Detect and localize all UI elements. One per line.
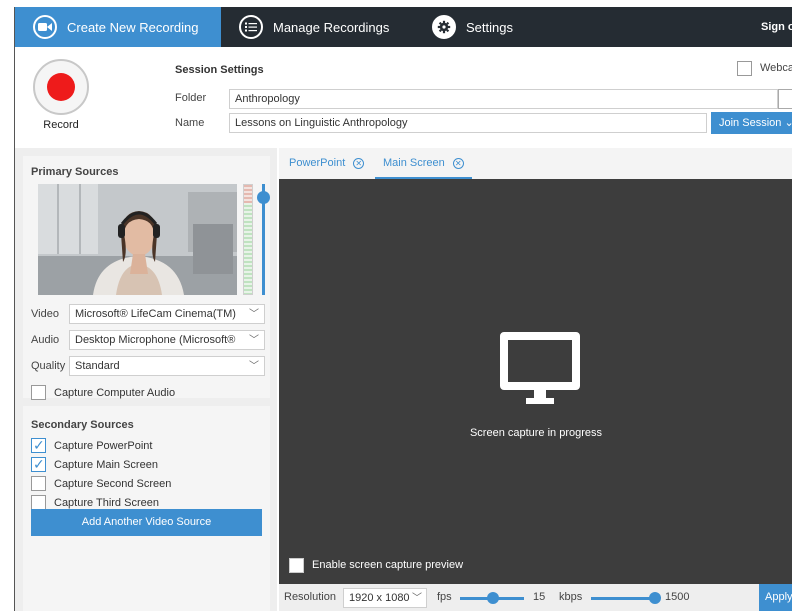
chevron-down-icon: ﹀ bbox=[249, 361, 259, 372]
name-label: Name bbox=[175, 117, 205, 129]
fps-label: fps bbox=[437, 591, 452, 603]
capture-second-screen-checkbox[interactable] bbox=[31, 476, 46, 491]
record-label: Record bbox=[43, 119, 79, 131]
chevron-down-icon: ﹀ bbox=[249, 309, 259, 320]
join-session-button[interactable]: Join Session ⌄ bbox=[711, 112, 792, 134]
camera-icon bbox=[33, 15, 57, 39]
webcam-label: Webcam bbox=[760, 62, 792, 74]
enable-preview-label: Enable screen capture preview bbox=[312, 559, 464, 571]
capture-second-screen-label: Capture Second Screen bbox=[54, 478, 172, 490]
tab-label: Manage Recordings bbox=[273, 19, 390, 35]
join-session-label: Join Session bbox=[719, 117, 782, 129]
quality-select[interactable]: Standard ﹀ bbox=[69, 356, 265, 376]
add-video-source-button[interactable]: Add Another Video Source bbox=[31, 509, 262, 536]
resolution-label: Resolution bbox=[284, 591, 336, 603]
audio-label: Audio bbox=[31, 334, 60, 346]
top-nav: Create New Recording Manage Recordings S… bbox=[15, 7, 792, 47]
volume-slider-handle[interactable] bbox=[257, 191, 270, 204]
gear-icon bbox=[432, 15, 456, 39]
preview-area: PowerPoint ✕ Main Screen ✕ Screen capture … bbox=[279, 148, 792, 611]
name-field[interactable]: Lessons on Linguistic Anthropology bbox=[229, 113, 707, 133]
capture-main-screen-checkbox[interactable] bbox=[31, 456, 46, 473]
secondary-sources-panel: Secondary Sources Capture PowerPoint Cap… bbox=[23, 406, 270, 611]
kbps-value: 1500 bbox=[665, 591, 690, 603]
tab-label: PowerPoint bbox=[289, 157, 346, 169]
capture-status-text: Screen capture in progress bbox=[469, 427, 603, 439]
folder-label: Folder bbox=[175, 92, 207, 104]
capture-main-screen-label: Capture Main Screen bbox=[54, 459, 158, 471]
secondary-sources-title: Secondary Sources bbox=[31, 419, 134, 431]
kbps-slider-handle[interactable] bbox=[649, 592, 661, 604]
sign-out-link[interactable]: Sign out bbox=[761, 7, 792, 47]
sources-sidebar: Primary Sources Video Microsoft® LifeCam… bbox=[15, 148, 277, 611]
capture-computer-audio-checkbox[interactable] bbox=[31, 385, 46, 400]
tab-manage-recordings[interactable]: Manage Recordings bbox=[239, 7, 389, 47]
capture-powerpoint-checkbox[interactable] bbox=[31, 437, 46, 454]
capture-third-screen-label: Capture Third Screen bbox=[54, 497, 159, 509]
chevron-down-icon: ﹀ bbox=[412, 593, 422, 604]
tab-powerpoint[interactable]: PowerPoint ✕ bbox=[289, 148, 365, 179]
fps-slider-handle[interactable] bbox=[487, 592, 499, 604]
apply-button[interactable]: Apply bbox=[759, 584, 792, 611]
video-select[interactable]: Microsoft® LifeCam Cinema(TM) ﹀ bbox=[69, 304, 265, 324]
output-settings-bar: Resolution 1920 x 1080 ﹀ fps 15 kbps 1500… bbox=[279, 584, 792, 611]
capture-computer-audio-label: Capture Computer Audio bbox=[54, 387, 176, 399]
capture-powerpoint-label: Capture PowerPoint bbox=[54, 440, 153, 452]
audio-level-meter bbox=[243, 184, 253, 295]
webcam-checkbox[interactable] bbox=[737, 61, 752, 76]
recorder-app: Create New Recording Manage Recordings S… bbox=[14, 7, 792, 611]
resolution-value: 1920 x 1080 bbox=[349, 592, 410, 604]
video-label: Video bbox=[31, 308, 59, 320]
close-icon[interactable]: ✕ bbox=[353, 157, 365, 169]
audio-select[interactable]: Desktop Microphone (Microsoft® ﹀ bbox=[69, 330, 265, 350]
primary-sources-title: Primary Sources bbox=[31, 166, 119, 178]
tab-create-new-recording[interactable]: Create New Recording bbox=[15, 7, 221, 47]
fps-value: 15 bbox=[533, 591, 546, 603]
kbps-label: kbps bbox=[559, 591, 583, 603]
quality-label: Quality bbox=[31, 360, 66, 372]
record-button[interactable] bbox=[33, 59, 89, 115]
tab-label: Main Screen bbox=[383, 157, 445, 169]
tab-label: Settings bbox=[466, 19, 513, 35]
chevron-down-icon: ⌄ bbox=[784, 117, 792, 129]
capture-third-screen-checkbox[interactable] bbox=[31, 495, 46, 510]
chevron-down-icon: ﹀ bbox=[249, 335, 259, 346]
tab-settings[interactable]: Settings bbox=[432, 7, 513, 47]
screen-preview: Screen capture in progress Enable screen… bbox=[279, 179, 792, 584]
audio-select-value: Desktop Microphone (Microsoft® bbox=[75, 334, 236, 346]
tab-main-screen[interactable]: Main Screen ✕ bbox=[375, 148, 472, 179]
primary-sources-panel: Primary Sources Video Microsoft® LifeCam… bbox=[23, 156, 270, 400]
video-select-value: Microsoft® LifeCam Cinema(TM) bbox=[75, 308, 236, 320]
folder-dropdown-button[interactable] bbox=[778, 89, 792, 109]
preview-tabs: PowerPoint ✕ Main Screen ✕ bbox=[279, 148, 792, 179]
tab-label: Create New Recording bbox=[67, 19, 199, 35]
enable-preview-checkbox[interactable] bbox=[289, 558, 304, 573]
close-icon[interactable]: ✕ bbox=[452, 157, 464, 169]
folder-field[interactable]: Anthropology bbox=[229, 89, 778, 109]
resolution-select[interactable]: 1920 x 1080 ﹀ bbox=[343, 588, 427, 608]
record-icon bbox=[47, 73, 75, 101]
kbps-slider-track[interactable] bbox=[591, 597, 655, 600]
quality-select-value: Standard bbox=[75, 360, 120, 372]
list-icon bbox=[239, 15, 263, 39]
webcam-preview-image bbox=[38, 184, 237, 295]
session-settings-title: Session Settings bbox=[175, 64, 264, 76]
